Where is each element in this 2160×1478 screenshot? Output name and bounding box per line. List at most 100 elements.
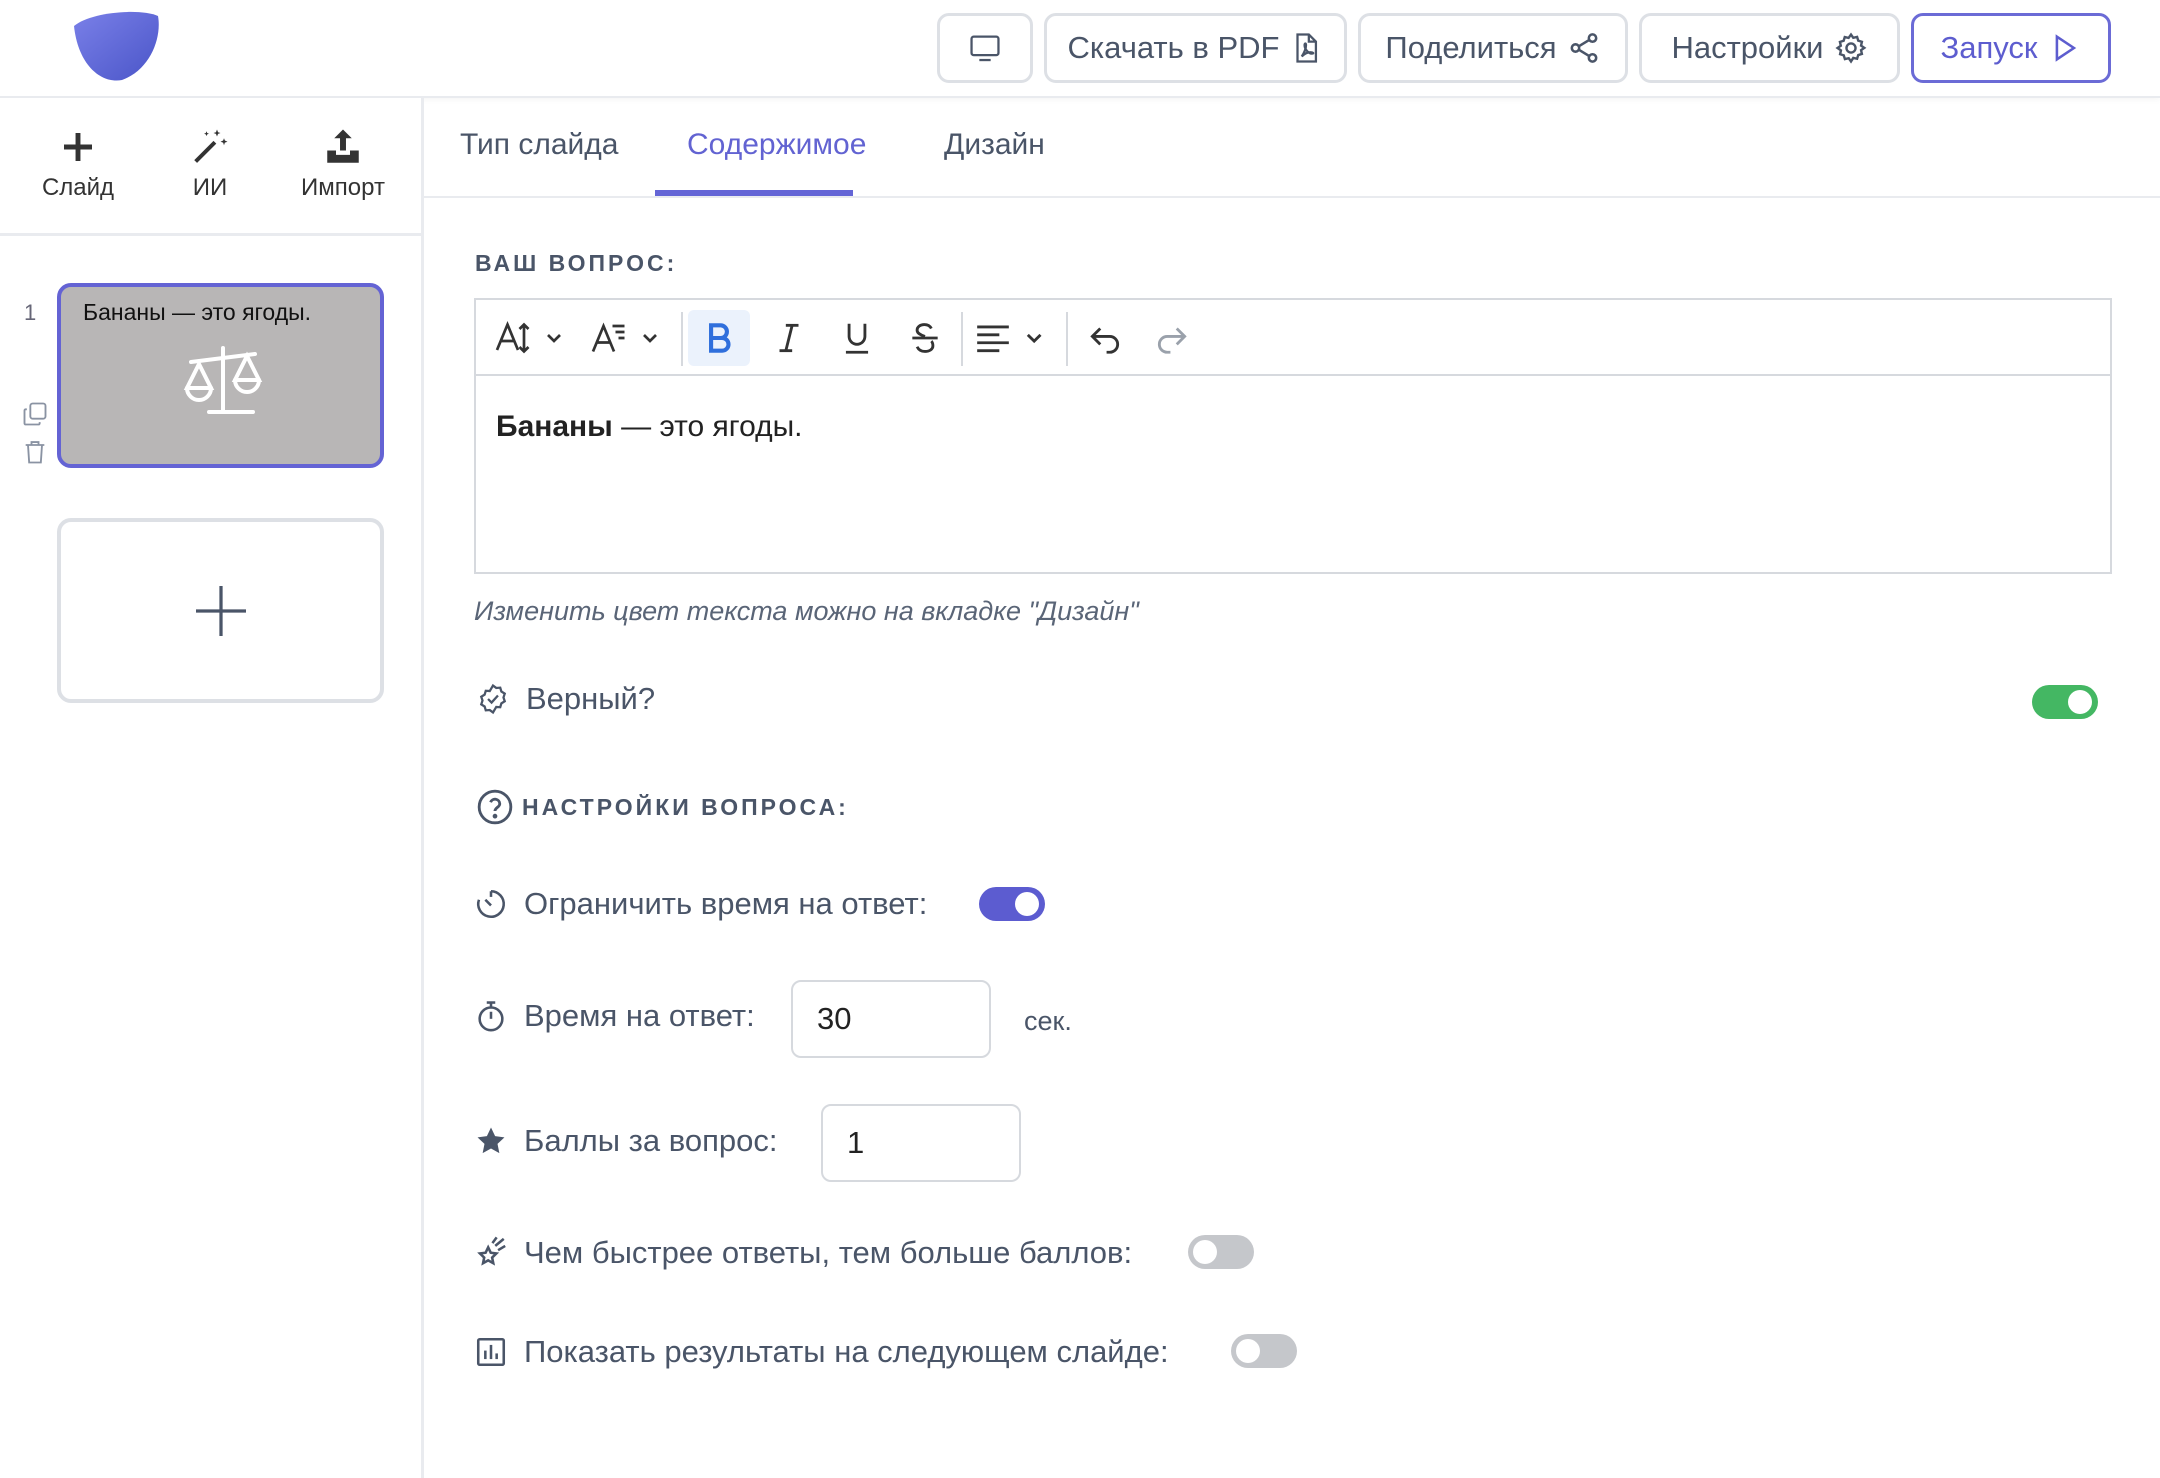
verified-badge-icon: [479, 683, 507, 715]
share-label: Поделиться: [1385, 30, 1557, 65]
show-results-label: Показать результаты на следующем слайде:: [524, 1334, 1169, 1369]
play-icon: [2056, 34, 2077, 62]
question-text-rest: — это ягоды.: [612, 410, 803, 443]
toolbar-separator: [1066, 312, 1068, 366]
magic-wand-icon: [194, 129, 228, 163]
share-icon: [1570, 33, 1598, 63]
toggle-knob: [1015, 892, 1039, 916]
toolbar-separator: [961, 312, 963, 366]
speed-bonus-label: Чем быстрее ответы, тем больше баллов:: [524, 1235, 1133, 1270]
answer-time-unit: сек.: [1024, 1006, 1072, 1036]
question-settings-label: НАСТРОЙКИ ВОПРОСА:: [522, 793, 849, 820]
download-pdf-label: Скачать в PDF: [1067, 30, 1280, 65]
speed-bonus-row: Чем быстрее ответы, тем больше баллов:: [474, 1235, 1132, 1271]
font-size-dropdown[interactable]: [490, 310, 570, 366]
editor-toolbar: [476, 300, 2110, 376]
show-results-toggle[interactable]: [1231, 1334, 1297, 1368]
question-circle-icon: [477, 789, 513, 825]
italic-button[interactable]: [758, 310, 820, 366]
question-section-label: ВАШ ВОПРОС:: [475, 250, 678, 276]
correct-label: Верный?: [526, 681, 656, 716]
question-settings-header: НАСТРОЙКИ ВОПРОСА:: [476, 788, 849, 826]
shooting-star-icon: [477, 1236, 506, 1266]
toggle-knob: [1193, 1240, 1217, 1264]
redo-icon: [1157, 327, 1187, 354]
timer-icon: [477, 889, 505, 918]
font-style-dropdown[interactable]: [586, 310, 666, 366]
question-text[interactable]: Бананы — это ягоды.: [496, 410, 803, 444]
redo-button[interactable]: [1141, 310, 1203, 366]
text-format-icon: [591, 322, 657, 353]
answer-time-label: Время на ответ:: [524, 998, 755, 1033]
design-hint: Изменить цвет текста можно на вкладке "Д…: [474, 596, 1139, 626]
bold-icon: [709, 323, 731, 353]
add-slide-tool-label: Слайд: [41, 174, 115, 201]
points-row: Баллы за вопрос:: [474, 1123, 777, 1159]
download-pdf-button[interactable]: Скачать в PDF: [1044, 13, 1347, 83]
answer-time-row: Время на ответ:: [474, 998, 755, 1034]
share-button[interactable]: Поделиться: [1358, 13, 1628, 83]
pdf-file-icon: [1296, 33, 1318, 63]
delete-slide-icon[interactable]: [21, 438, 49, 466]
monitor-icon: [970, 35, 1000, 62]
slide-thumbnail-title: Бананы — это ягоды.: [83, 299, 312, 325]
import-tool-label: Импорт: [301, 174, 385, 201]
font-size-icon: [495, 320, 561, 354]
bar-chart-icon: [476, 1337, 506, 1367]
strikethrough-icon: [912, 323, 938, 353]
toolbar-separator: [681, 312, 683, 366]
add-slide-tool[interactable]: Слайд: [18, 126, 138, 202]
present-mode-button[interactable]: [937, 13, 1033, 83]
strikethrough-button[interactable]: [894, 310, 956, 366]
time-limit-row: Ограничить время на ответ:: [474, 886, 927, 922]
tab-slide-type[interactable]: Тип слайда: [460, 128, 618, 162]
slides-sidebar: Слайд ИИ Импорт 1 Бананы — это ягоды.: [0, 98, 424, 1478]
slide-thumbnail[interactable]: Бананы — это ягоды.: [57, 283, 384, 468]
gear-icon: [1834, 32, 1866, 64]
active-tab-indicator: [655, 190, 853, 196]
underline-button[interactable]: [826, 310, 888, 366]
question-text-bold: Бананы: [496, 410, 613, 443]
import-tool[interactable]: Импорт: [283, 126, 403, 202]
upload-icon: [327, 129, 359, 163]
align-left-icon: [977, 325, 1042, 353]
top-bar: Скачать в PDF Поделиться Настройки Запус…: [0, 0, 2160, 98]
align-dropdown[interactable]: [970, 310, 1054, 366]
plus-icon: [64, 133, 92, 161]
italic-icon: [779, 323, 799, 353]
slide-number: 1: [24, 300, 37, 325]
undo-button[interactable]: [1074, 310, 1136, 366]
underline-icon: [845, 323, 869, 354]
main-panel: Тип слайда Содержимое Дизайн ВАШ ВОПРОС:: [424, 98, 2160, 1478]
show-results-row: Показать результаты на следующем слайде:: [474, 1334, 1169, 1370]
undo-icon: [1090, 327, 1120, 354]
question-editor[interactable]: Бананы — это ягоды.: [474, 298, 2112, 574]
tab-content[interactable]: Содержимое: [687, 128, 866, 162]
ai-tool[interactable]: ИИ: [150, 126, 270, 202]
duplicate-slide-icon[interactable]: [21, 400, 49, 428]
tabs-bar: Тип слайда Содержимое Дизайн: [424, 98, 2160, 198]
points-input[interactable]: 1: [821, 1104, 1021, 1182]
correct-answer-row: Верный?: [476, 681, 655, 717]
launch-label: Запуск: [1940, 30, 2038, 65]
launch-button[interactable]: Запуск: [1911, 13, 2111, 83]
answer-time-input[interactable]: 30: [791, 980, 991, 1058]
stopwatch-icon: [478, 1001, 504, 1032]
time-limit-toggle[interactable]: [979, 887, 1045, 921]
sidebar-toolbar: Слайд ИИ Импорт: [0, 98, 421, 236]
toggle-knob: [2068, 690, 2092, 714]
bold-button[interactable]: [688, 310, 750, 366]
speed-bonus-toggle[interactable]: [1188, 1235, 1254, 1269]
time-limit-label: Ограничить время на ответ:: [524, 886, 928, 921]
settings-label: Настройки: [1671, 30, 1824, 65]
toggle-knob: [1236, 1339, 1260, 1363]
star-icon: [477, 1127, 505, 1154]
app-logo[interactable]: [70, 8, 162, 82]
correct-toggle[interactable]: [2032, 685, 2098, 719]
plus-icon: [195, 585, 246, 636]
add-slide-button[interactable]: [57, 518, 384, 703]
ai-tool-label: ИИ: [192, 174, 228, 201]
settings-button[interactable]: Настройки: [1639, 13, 1900, 83]
points-label: Баллы за вопрос:: [524, 1123, 778, 1158]
tab-design[interactable]: Дизайн: [944, 128, 1045, 162]
